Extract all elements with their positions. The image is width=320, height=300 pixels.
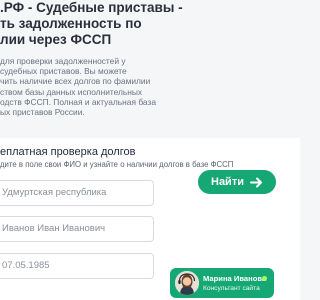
chat-widget[interactable]: Марина Иванова Консультант сайта bbox=[170, 268, 274, 298]
online-status-icon bbox=[262, 276, 267, 281]
page-title: .РФ - Судебные приставы - ть задолженнос… bbox=[0, 0, 300, 48]
birth-date-input[interactable]: 07.05.1985 bbox=[0, 253, 154, 279]
form-subtitle: дите в поле свои ФИО и узнайте о наличии… bbox=[0, 160, 234, 169]
description-line-2: судебных приставов. Вы можете bbox=[0, 66, 127, 77]
description-line-3: чить наличие всех долгов по фамилии bbox=[0, 76, 151, 87]
page-description: для проверки задолженностей у судебных п… bbox=[0, 56, 156, 118]
consultant-photo-icon bbox=[175, 271, 199, 295]
consultant-avatar bbox=[175, 271, 199, 295]
title-line-1: .РФ - Судебные приставы - bbox=[0, 0, 183, 15]
find-button-label: Найти bbox=[211, 176, 244, 188]
consultant-role: Консультант сайта bbox=[203, 285, 260, 292]
hero-section: .РФ - Судебные приставы - ть задолженнос… bbox=[0, 0, 300, 138]
full-name-input[interactable]: Иванов Иван Иванович bbox=[0, 216, 154, 242]
description-line-4: ством базы данных исполнительных bbox=[0, 86, 143, 97]
arrow-right-icon bbox=[249, 177, 262, 187]
description-line-6: ых приставов России. bbox=[0, 107, 85, 118]
consultant-name: Марина Иванова bbox=[203, 274, 267, 283]
region-input[interactable]: Удмуртская республика bbox=[0, 180, 154, 206]
form-title: еплатная проверка долгов bbox=[0, 146, 136, 158]
title-line-3: лии через ФССП bbox=[0, 32, 112, 47]
description-line-5: одств ФССП. Полная и актуальная база bbox=[0, 96, 156, 107]
description-line-1: для проверки задолженностей у bbox=[0, 56, 126, 66]
find-button[interactable]: Найти bbox=[198, 170, 276, 194]
title-line-2: ть задолженность по bbox=[0, 16, 142, 31]
